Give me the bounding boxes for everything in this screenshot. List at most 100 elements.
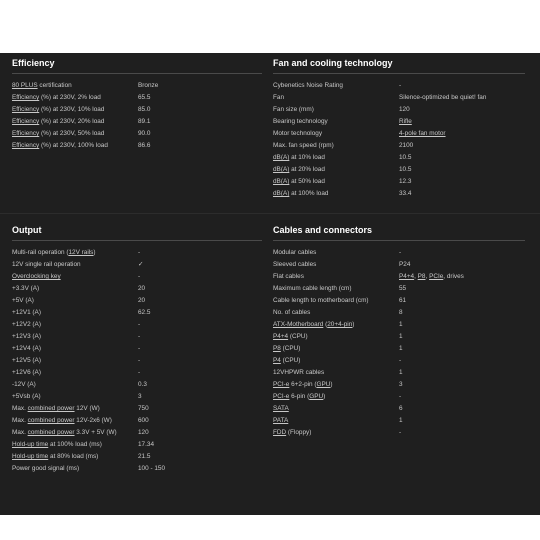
- output-row: -12V (A) 0.3: [12, 379, 262, 391]
- text-fragment: at 20% load: [289, 166, 325, 173]
- glossary-link[interactable]: Efficiency: [12, 130, 39, 137]
- glossary-link[interactable]: combined power: [28, 417, 75, 424]
- text-fragment: -12V (A): [12, 381, 36, 388]
- glossary-link[interactable]: PCI-e: [273, 393, 289, 400]
- text-fragment: (%) at 230V, 10% load: [39, 106, 105, 113]
- glossary-link[interactable]: Efficiency: [12, 94, 39, 101]
- spec-value: 4-pole fan motor: [399, 128, 525, 140]
- spec-value: 89.1: [138, 118, 151, 125]
- spec-value: 65.5: [138, 94, 151, 101]
- glossary-link[interactable]: SATA: [273, 405, 289, 412]
- spec-label: PCI-e 6+2-pin (GPU): [273, 379, 399, 391]
- text-fragment: +12V2 (A): [12, 321, 41, 328]
- spec-value: -: [399, 429, 402, 436]
- glossary-link[interactable]: ATX-Motherboard: [273, 321, 323, 328]
- text-fragment: at 50% load: [289, 178, 325, 185]
- spec-label: Fan size (mm): [273, 104, 399, 116]
- glossary-link[interactable]: GPU: [309, 393, 323, 400]
- spec-label: Cable length to motherboard (cm): [273, 295, 399, 307]
- cables-row: PCI-e 6+2-pin (GPU) 3: [273, 379, 525, 391]
- text-fragment: +3.3V (A): [12, 285, 40, 292]
- text-fragment: ): [93, 249, 96, 256]
- spec-value: 86.6: [138, 142, 151, 149]
- spec-value: -: [138, 333, 141, 340]
- spec-value: 1: [399, 333, 403, 340]
- glossary-link[interactable]: Rifle: [399, 118, 412, 125]
- spec-value: 0.3: [138, 381, 147, 388]
- spec-label: Efficiency (%) at 230V, 100% load: [12, 140, 138, 152]
- glossary-link[interactable]: P8: [418, 273, 426, 280]
- spec-label: +12V5 (A): [12, 355, 138, 367]
- glossary-link[interactable]: combined power: [28, 405, 75, 412]
- spec-label: P8 (CPU): [273, 343, 399, 355]
- efficiency-row: Efficiency (%) at 230V, 100% load 86.6: [12, 140, 262, 152]
- glossary-link[interactable]: P4+4: [273, 333, 288, 340]
- spec-value: 33.4: [399, 190, 412, 197]
- spec-value: 8: [399, 309, 403, 316]
- spec-label: Max. fan speed (rpm): [273, 140, 399, 152]
- spec-value: 1: [399, 345, 403, 352]
- spec-label: No. of cables: [273, 307, 399, 319]
- spec-value: -: [399, 82, 402, 89]
- spec-label: PATA: [273, 415, 399, 427]
- output-row: +12V2 (A) -: [12, 319, 262, 331]
- glossary-link[interactable]: P4: [273, 357, 281, 364]
- spec-value: 1: [399, 369, 403, 376]
- glossary-link[interactable]: dB(A): [273, 178, 289, 185]
- glossary-link[interactable]: Efficiency: [12, 142, 39, 149]
- spec-value: -: [399, 357, 402, 364]
- text-fragment: +12V5 (A): [12, 357, 41, 364]
- glossary-link[interactable]: Efficiency: [12, 106, 39, 113]
- cables-row: No. of cables 8: [273, 307, 525, 319]
- glossary-link[interactable]: combined power: [28, 429, 75, 436]
- text-fragment: (CPU): [280, 357, 301, 364]
- text-fragment: Max.: [12, 405, 28, 412]
- spec-panel: Efficiency 80 PLUS certification Bronze Ef…: [0, 53, 540, 515]
- spec-label: Cybenetics Noise Rating: [273, 80, 399, 92]
- glossary-link[interactable]: 80 PLUS: [12, 82, 38, 89]
- text-fragment: 6+2-pin (: [289, 381, 317, 388]
- glossary-link[interactable]: dB(A): [273, 190, 289, 197]
- text-fragment: (CPU): [288, 333, 308, 340]
- glossary-link[interactable]: PATA: [273, 417, 288, 424]
- glossary-link[interactable]: P8: [273, 345, 281, 352]
- glossary-link[interactable]: Hold-up time: [12, 453, 48, 460]
- spec-label: dB(A) at 20% load: [273, 164, 399, 176]
- glossary-link[interactable]: Hold-up time: [12, 441, 48, 448]
- spec-value: 62.5: [138, 309, 151, 316]
- glossary-link[interactable]: 12V rails: [68, 249, 93, 256]
- text-fragment: ): [323, 393, 326, 400]
- glossary-link[interactable]: PCIe: [429, 273, 443, 280]
- glossary-link[interactable]: Overclocking key: [12, 273, 61, 280]
- spec-label: Flat cables: [273, 271, 399, 283]
- glossary-link[interactable]: GPU: [317, 381, 331, 388]
- spec-label: Efficiency (%) at 230V, 20% load: [12, 116, 138, 128]
- glossary-link[interactable]: dB(A): [273, 154, 289, 161]
- cables-row: ATX-Motherboard (20+4-pin) 1: [273, 319, 525, 331]
- glossary-link[interactable]: 20+4-pin: [327, 321, 352, 328]
- glossary-link[interactable]: PCI-e: [273, 381, 289, 388]
- output-row: Max. combined power 12V (W) 750: [12, 403, 262, 415]
- output-row: Max. combined power 12V-2x6 (W) 600: [12, 415, 262, 427]
- output-title: Output: [12, 220, 262, 241]
- output-row: Power good signal (ms) 100 - 150: [12, 463, 262, 475]
- spec-value: Silence-optimized be quiet! fan: [399, 94, 487, 101]
- text-fragment: +12V4 (A): [12, 345, 41, 352]
- glossary-link[interactable]: P4+4: [399, 273, 414, 280]
- fan-row: Max. fan speed (rpm) 2100: [273, 140, 525, 152]
- spec-value: 10.5: [399, 166, 412, 173]
- cables-row: PCI-e 6-pin (GPU) -: [273, 391, 525, 403]
- text-fragment: at 100% load (ms): [48, 441, 102, 448]
- text-fragment: 12V (W): [74, 405, 100, 412]
- text-fragment: (%) at 230V, 50% load: [39, 130, 105, 137]
- glossary-link[interactable]: Efficiency: [12, 118, 39, 125]
- spec-value: 55: [399, 285, 407, 292]
- text-fragment: Power good signal (ms): [12, 465, 80, 472]
- fan-row: Cybenetics Noise Rating -: [273, 80, 525, 92]
- text-fragment: at 10% load: [289, 154, 325, 161]
- text-fragment: Motor technology: [273, 130, 323, 137]
- spec-value: Bronze: [138, 82, 159, 89]
- glossary-link[interactable]: 4-pole fan motor: [399, 130, 446, 137]
- glossary-link[interactable]: dB(A): [273, 166, 289, 173]
- glossary-link[interactable]: FDD: [273, 429, 286, 436]
